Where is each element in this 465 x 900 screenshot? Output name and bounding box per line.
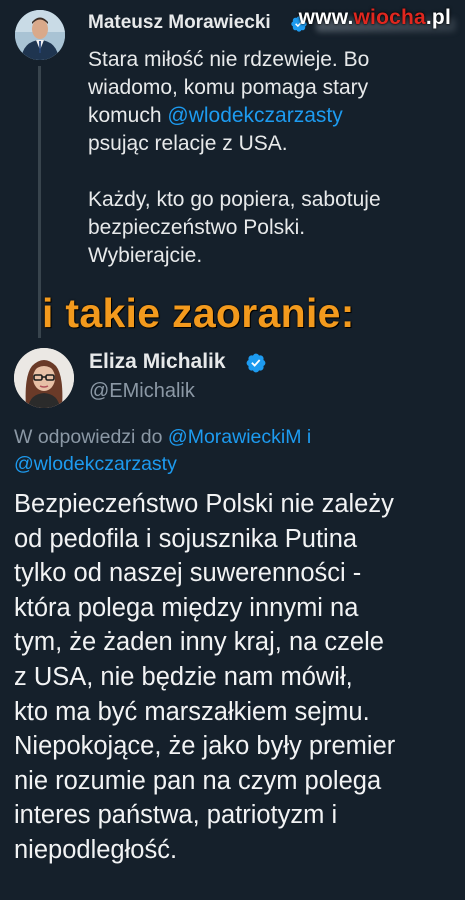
mention-link[interactable]: @wlodekczarzasty bbox=[167, 104, 342, 127]
tweet-line: bezpieczeństwo Polski. bbox=[88, 216, 306, 239]
tweet-line: z USA, nie będzie nam mówił, bbox=[14, 662, 353, 691]
watermark-prefix: www. bbox=[298, 6, 354, 29]
avatar[interactable] bbox=[14, 348, 74, 408]
author-handle[interactable]: @EMichalik bbox=[89, 380, 195, 403]
tweet-line: Bezpieczeństwo Polski nie zależy bbox=[14, 490, 394, 518]
reply-joiner: i bbox=[301, 426, 312, 448]
person-avatar-icon bbox=[15, 10, 65, 60]
thread-line bbox=[38, 66, 41, 338]
tweet-line: Wybierajcie. bbox=[88, 244, 203, 267]
author-name[interactable]: Mateusz Morawiecki bbox=[88, 12, 271, 34]
tweet-line: tylko od naszej suwerenności - bbox=[14, 559, 362, 588]
watermark-suffix: .pl bbox=[425, 6, 451, 29]
tweet-line: od pedofila i sojusznika Putina bbox=[14, 524, 358, 553]
watermark-brand: wiocha bbox=[353, 6, 426, 29]
tweet-line: wiadomo, komu pomaga stary bbox=[88, 76, 369, 99]
verified-badge-icon bbox=[246, 353, 266, 373]
tweet-line: Każdy, kto go popiera, sabotuje bbox=[88, 188, 381, 211]
avatar[interactable] bbox=[15, 10, 65, 60]
reply-context: W odpowiedzi do @MorawieckiM i @wlodekcza… bbox=[14, 424, 454, 478]
tweet-text: Bezpieczeństwo Polski nie zależy od pedo… bbox=[14, 487, 459, 868]
tweet-line: komuch @wlodekczarzasty bbox=[88, 102, 458, 130]
overlay-caption: i takie zaoranie: bbox=[42, 290, 355, 336]
tweet-line: która polega między innymi na bbox=[14, 593, 359, 622]
author-name[interactable]: Eliza Michalik bbox=[89, 350, 226, 374]
tweet-line: kto ma być marszałkiem sejmu. bbox=[14, 697, 370, 726]
tweet-line: Stara miłość nie rdzewieje. Bo bbox=[88, 48, 370, 71]
tweet-line-prefix: komuch bbox=[88, 104, 168, 127]
tweet-line: niepodległość. bbox=[14, 835, 178, 864]
reply-prefix: W odpowiedzi do bbox=[14, 426, 168, 448]
tweet-line: Niepokojące, że jako były premier bbox=[14, 732, 396, 761]
tweet-line: psując relacje z USA. bbox=[88, 132, 288, 155]
mention-link[interactable]: @MorawieckiM bbox=[168, 426, 302, 448]
tweet-morawiecki: Mateusz Morawiecki www.wiocha.pl Stara m… bbox=[0, 0, 465, 338]
person-avatar-icon bbox=[14, 348, 74, 408]
tweet-line: tym, że żaden inny kraj, na czele bbox=[14, 628, 384, 657]
tweet-line: interes państwa, patriotyzm i bbox=[14, 801, 338, 830]
mention-link[interactable]: @wlodekczarzasty bbox=[14, 453, 177, 475]
watermark: www.wiocha.pl bbox=[299, 6, 451, 30]
tweet-line: nie rozumie pan na czym polega bbox=[14, 766, 382, 795]
tweet-text: Stara miłość nie rdzewieje. Bo wiadomo, … bbox=[88, 46, 458, 270]
